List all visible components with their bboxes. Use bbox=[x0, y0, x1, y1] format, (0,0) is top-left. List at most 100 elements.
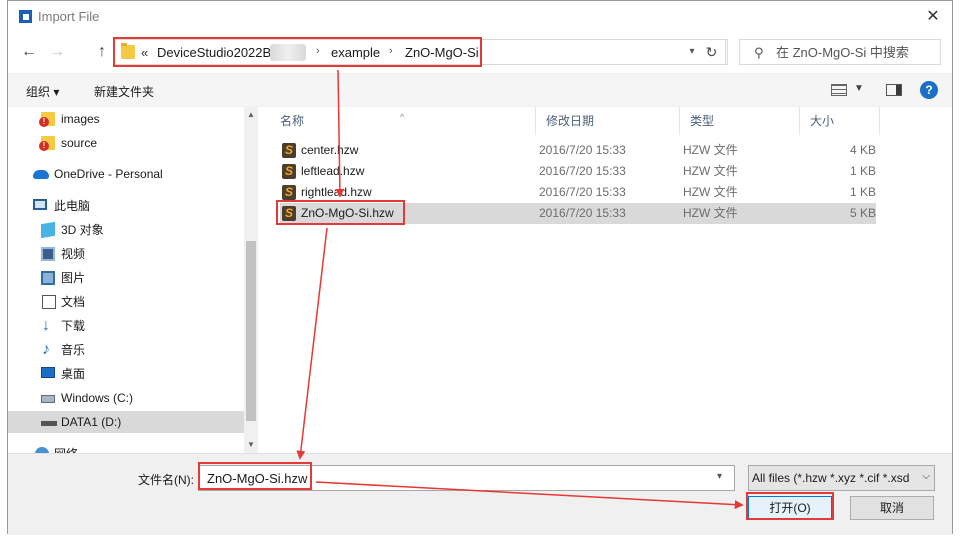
sidebar-item-desktop[interactable]: 桌面 bbox=[8, 363, 244, 385]
sidebar-item-documents[interactable]: 文档 bbox=[8, 291, 244, 313]
navigation-pane: images source OneDrive - Personal 此电脑 3D… bbox=[8, 107, 258, 453]
redacted-text bbox=[270, 44, 306, 61]
help-icon[interactable]: ? bbox=[920, 81, 938, 99]
sidebar-item-source[interactable]: source bbox=[8, 132, 244, 154]
forward-arrow-icon[interactable]: → bbox=[46, 39, 68, 65]
sort-ascending-icon: ^ bbox=[400, 112, 405, 122]
filetype-select[interactable]: All files (*.hzw *.xyz *.cif *.xsd ⌵ bbox=[748, 465, 935, 491]
sidebar-item-music[interactable]: 音乐 bbox=[8, 339, 244, 361]
window-title: Import File bbox=[38, 9, 100, 24]
breadcrumb-devicestudio[interactable]: DeviceStudio2022B bbox=[157, 45, 271, 60]
scroll-down-icon[interactable]: ▼ bbox=[244, 437, 258, 453]
scrollbar-thumb[interactable] bbox=[246, 241, 256, 421]
search-input[interactable] bbox=[776, 43, 936, 61]
filename-label: 文件名(N): bbox=[138, 473, 194, 487]
search-box[interactable]: ⚲ bbox=[739, 39, 941, 65]
sidebar-item-drive-d[interactable]: DATA1 (D:) bbox=[8, 411, 244, 433]
music-icon bbox=[41, 339, 55, 361]
cloud-icon bbox=[33, 170, 49, 179]
open-button[interactable]: 打开(O) bbox=[748, 496, 832, 520]
file-row-selected[interactable]: S ZnO-MgO-Si.hzw 2016/7/20 15:33 HZW 文件 … bbox=[280, 203, 876, 224]
file-size: 1 KB bbox=[849, 185, 876, 199]
import-file-dialog: Import File ✕ ← → ↑ « DeviceStudio2022B … bbox=[7, 0, 954, 535]
sidebar-item-label: 图片 bbox=[61, 271, 86, 285]
file-type: HZW 文件 bbox=[683, 143, 738, 157]
file-size: 4 KB bbox=[849, 143, 876, 157]
sidebar-item-label: 桌面 bbox=[61, 367, 86, 381]
column-header-label: 名称 bbox=[280, 114, 305, 128]
view-options-icon[interactable] bbox=[831, 84, 847, 96]
desktop-icon bbox=[41, 367, 55, 378]
sidebar-item-videos[interactable]: 视频 bbox=[8, 243, 244, 265]
file-name: ZnO-MgO-Si.hzw bbox=[301, 206, 394, 220]
breadcrumb-example[interactable]: example bbox=[331, 45, 380, 60]
folder-warning-icon bbox=[39, 136, 55, 151]
sidebar-item-label: source bbox=[61, 136, 98, 150]
close-button[interactable]: ✕ bbox=[922, 6, 944, 28]
sidebar-item-network[interactable]: 网络 bbox=[8, 443, 244, 453]
sidebar-item-label: OneDrive - Personal bbox=[54, 167, 163, 181]
drive-icon bbox=[41, 421, 57, 426]
file-type: HZW 文件 bbox=[683, 206, 738, 220]
address-bar[interactable]: « DeviceStudio2022B › example › ZnO-MgO-… bbox=[114, 39, 728, 65]
cancel-button[interactable]: 取消 bbox=[850, 496, 934, 520]
column-header-name[interactable]: 名称 ^ bbox=[270, 107, 536, 135]
picture-icon bbox=[41, 271, 55, 285]
filetype-value: All files (*.hzw *.xyz *.cif *.xsd bbox=[752, 471, 910, 485]
back-arrow-icon[interactable]: ← bbox=[18, 39, 40, 65]
download-icon bbox=[42, 315, 54, 337]
sidebar-item-label: 网络 bbox=[54, 443, 78, 453]
organize-menu[interactable]: 组织 ▾ bbox=[26, 83, 59, 100]
file-row[interactable]: S leftlead.hzw 2016/7/20 15:33 HZW 文件 1 … bbox=[280, 161, 876, 182]
sidebar-item-images[interactable]: images bbox=[8, 108, 244, 130]
file-row[interactable]: S center.hzw 2016/7/20 15:33 HZW 文件 4 KB bbox=[280, 140, 876, 161]
sidebar-item-label: 3D 对象 bbox=[61, 223, 104, 237]
file-name: rightlead.hzw bbox=[301, 185, 372, 199]
sidebar-item-downloads[interactable]: 下载 bbox=[8, 315, 244, 337]
search-icon: ⚲ bbox=[754, 45, 764, 60]
sidebar-scrollbar[interactable]: ▲ ▼ bbox=[244, 107, 258, 453]
new-folder-button[interactable]: 新建文件夹 bbox=[94, 83, 154, 100]
dialog-footer: 文件名(N): ▾ All files (*.hzw *.xyz *.cif *… bbox=[8, 453, 952, 535]
chevron-down-icon[interactable]: ▼ bbox=[854, 83, 864, 94]
file-name: center.hzw bbox=[301, 143, 359, 157]
hzw-file-icon: S bbox=[282, 164, 296, 179]
column-header-date[interactable]: 修改日期 bbox=[536, 107, 680, 135]
toolbar: 组织 ▾ 新建文件夹 ▼ ? bbox=[8, 73, 952, 107]
chevron-down-icon[interactable]: ▾ bbox=[685, 39, 699, 65]
breadcrumb-separator[interactable]: › bbox=[316, 45, 320, 57]
sidebar-item-label: 文档 bbox=[61, 295, 86, 309]
filename-input[interactable] bbox=[198, 465, 735, 491]
file-size: 5 KB bbox=[849, 206, 876, 220]
3d-objects-icon bbox=[41, 221, 55, 239]
sidebar-item-3d-objects[interactable]: 3D 对象 bbox=[8, 219, 244, 241]
sidebar-item-label: 下载 bbox=[61, 319, 86, 333]
file-type: HZW 文件 bbox=[683, 185, 738, 199]
sidebar-item-label: 此电脑 bbox=[54, 199, 91, 213]
column-header-type[interactable]: 类型 bbox=[680, 107, 800, 135]
file-row[interactable]: S rightlead.hzw 2016/7/20 15:33 HZW 文件 1… bbox=[280, 182, 876, 203]
folder-icon bbox=[121, 43, 135, 59]
scroll-up-icon[interactable]: ▲ bbox=[244, 107, 258, 123]
breadcrumb-separator[interactable]: › bbox=[389, 45, 393, 57]
preview-pane-icon[interactable] bbox=[886, 84, 902, 96]
file-date: 2016/7/20 15:33 bbox=[539, 143, 626, 157]
sidebar-item-label: DATA1 (D:) bbox=[61, 415, 122, 429]
file-name: leftlead.hzw bbox=[301, 164, 365, 178]
column-header-size[interactable]: 大小 bbox=[800, 107, 880, 135]
address-overflow-icon[interactable]: « bbox=[141, 45, 148, 60]
folder-warning-icon bbox=[39, 112, 55, 127]
document-icon bbox=[42, 295, 56, 309]
breadcrumb-current-folder[interactable]: ZnO-MgO-Si bbox=[405, 45, 479, 60]
sidebar-item-drive-c[interactable]: Windows (C:) bbox=[8, 387, 244, 409]
file-type: HZW 文件 bbox=[683, 164, 738, 178]
sidebar-item-this-pc[interactable]: 此电脑 bbox=[8, 195, 244, 217]
title-bar: Import File ✕ bbox=[8, 1, 952, 33]
file-list: 名称 ^ 修改日期 类型 大小 S center.hzw 2016/7/20 1… bbox=[270, 107, 954, 453]
sidebar-item-label: 音乐 bbox=[61, 343, 86, 357]
sidebar-item-pictures[interactable]: 图片 bbox=[8, 267, 244, 289]
sidebar-item-onedrive[interactable]: OneDrive - Personal bbox=[8, 163, 244, 185]
refresh-icon[interactable]: ↻ bbox=[698, 39, 726, 65]
chevron-down-icon[interactable]: ▾ bbox=[717, 471, 722, 482]
up-arrow-icon[interactable]: ↑ bbox=[91, 39, 113, 65]
